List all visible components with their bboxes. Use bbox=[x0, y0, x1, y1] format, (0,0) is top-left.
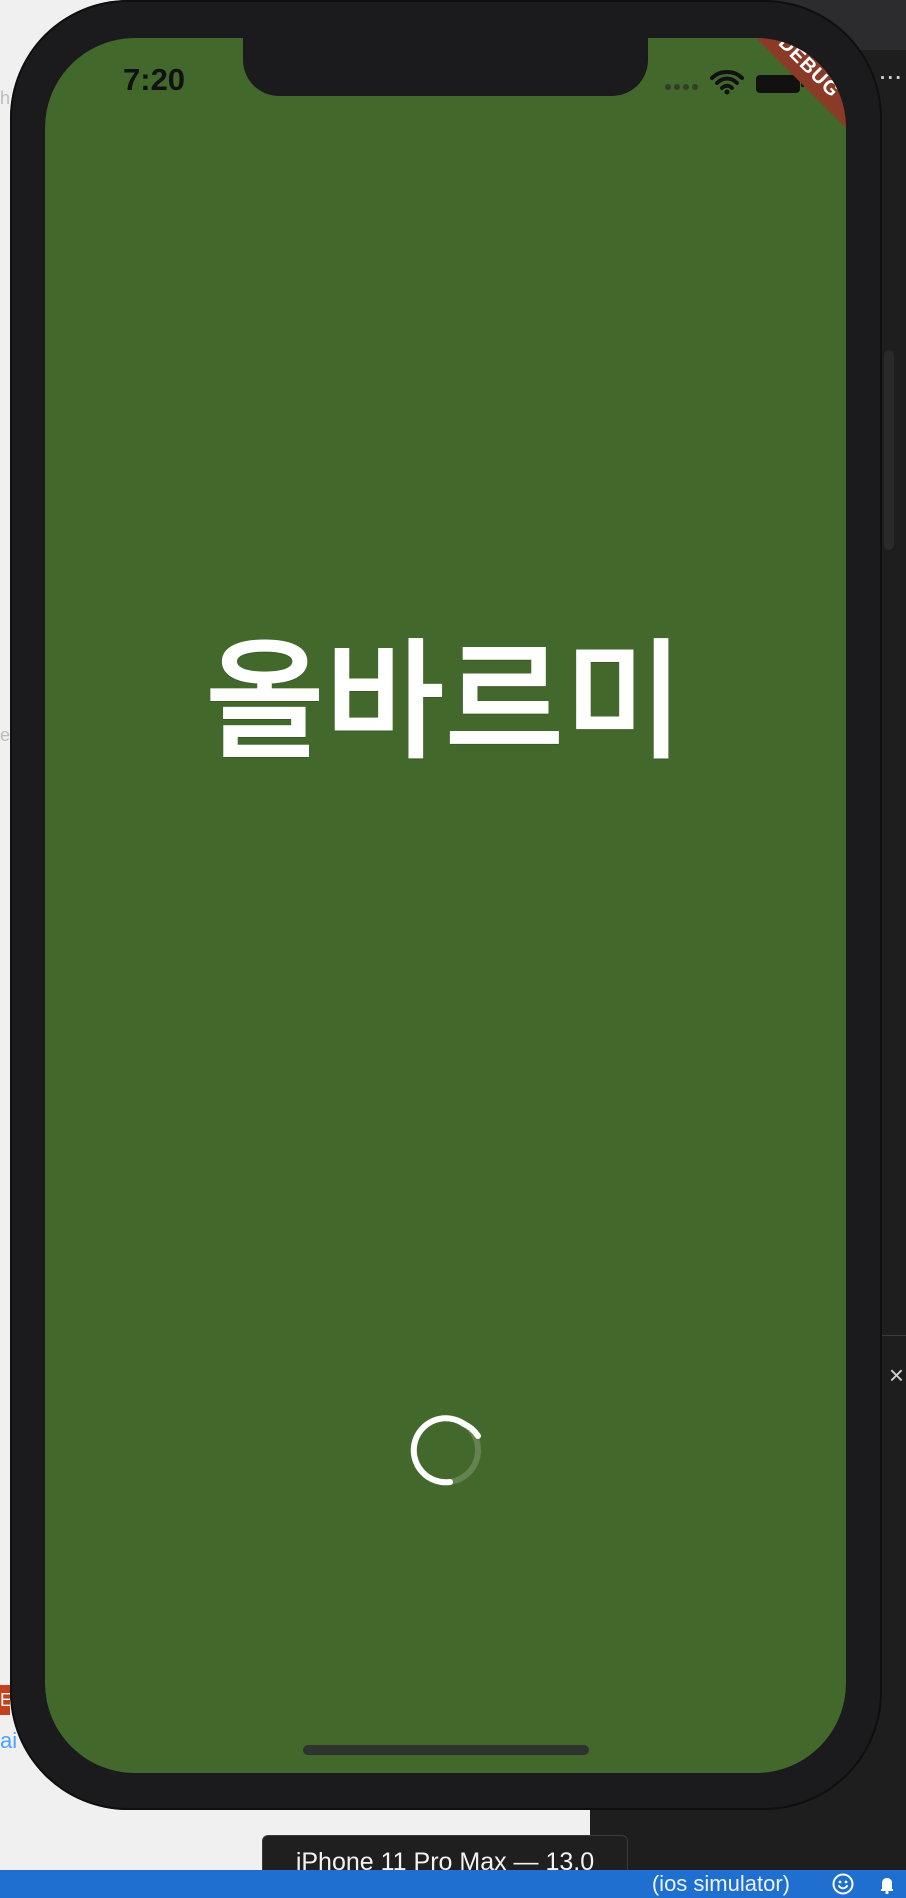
wifi-icon bbox=[710, 70, 744, 95]
status-time: 7:20 bbox=[123, 62, 186, 97]
smile-icon[interactable] bbox=[832, 1873, 854, 1895]
editor-scroll-thumb[interactable] bbox=[884, 350, 894, 550]
loading-spinner bbox=[410, 1415, 481, 1486]
editor-left-text: e bbox=[0, 725, 11, 745]
home-indicator bbox=[303, 1745, 589, 1755]
close-panel-button[interactable]: × bbox=[889, 1360, 904, 1391]
app-screen: 7:20 DEBUG 올바르미 bbox=[45, 38, 846, 1773]
editor-left-text: h bbox=[0, 88, 11, 108]
notch bbox=[243, 38, 648, 96]
bell-icon[interactable] bbox=[876, 1873, 898, 1895]
editor-left-link[interactable]: ai bbox=[0, 1728, 17, 1754]
more-actions-button[interactable]: ... bbox=[879, 56, 902, 84]
phone-frame: 7:20 DEBUG 올바르미 bbox=[10, 0, 882, 1810]
status-device-name[interactable]: (ios simulator) bbox=[652, 1870, 790, 1898]
app-title: 올바르미 bbox=[205, 628, 686, 777]
editor-left-badge: E bbox=[0, 1685, 12, 1715]
simulator-window: h e E ai 7:20 DEBUG 올바르미 iPhone 11 Pro M… bbox=[0, 0, 882, 1898]
signal-dots-icon bbox=[665, 84, 699, 92]
editor-status-bar: (ios simulator) bbox=[0, 1870, 906, 1898]
